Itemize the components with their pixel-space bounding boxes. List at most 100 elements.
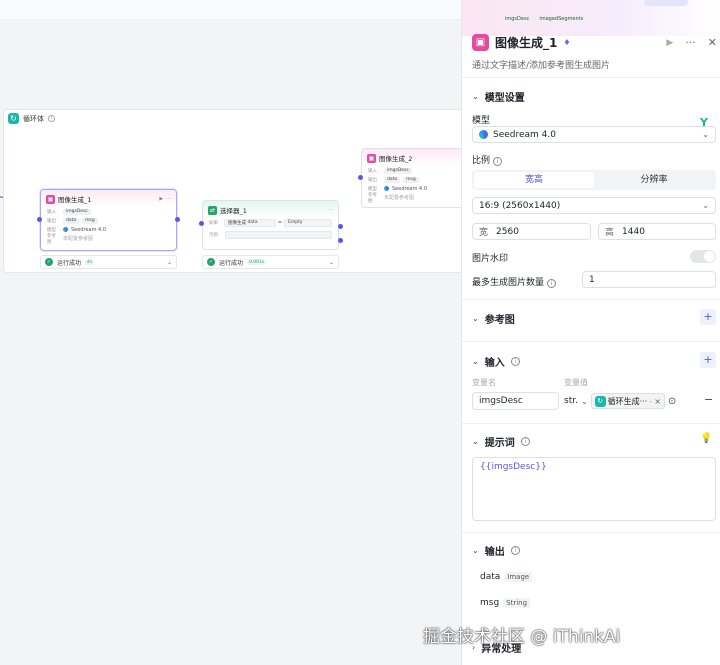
chevron-down-icon: ⌄ — [472, 437, 479, 446]
input-label: 输入 — [368, 168, 377, 174]
ref-value: 未配置参考图 — [384, 195, 415, 201]
lightbulb-icon[interactable]: 💡 — [700, 433, 712, 444]
divider — [462, 299, 720, 300]
var-ref-name: 循环生成··· — [607, 396, 648, 406]
loop-icon: ↻ — [8, 113, 19, 124]
panel-description: 通过文字描述/添加参考图生成图片 — [472, 61, 611, 71]
section-title: 参考图 — [484, 315, 515, 326]
ref-label: 参考图 — [47, 233, 56, 245]
info-icon: i — [546, 279, 556, 288]
output-label: 输出 — [368, 177, 377, 183]
ratio-label: 比例 — [472, 156, 491, 166]
model-logo-icon — [63, 227, 68, 232]
ratio-mode-tabs[interactable]: 宽高 分辨率 — [472, 170, 716, 190]
output-chip: data — [384, 176, 401, 183]
node-image-gen-2[interactable]: ▣ 图像生成_2 输入 imgsDesc 输出 data msg 模型 Seedream… — [361, 148, 473, 208]
top-chip: imgsDesc — [502, 16, 533, 22]
watermark-text: 掘金技术社区 @ iThinkAi — [423, 627, 621, 647]
more-icon[interactable]: ··· — [328, 207, 333, 213]
ratio-label-row: 比例 i — [472, 153, 502, 166]
close-icon[interactable]: ✕ — [708, 36, 717, 49]
settings-circle-icon[interactable]: ⊙ — [668, 396, 676, 407]
node-title: 图像生成_2 — [379, 155, 413, 163]
var-name-input[interactable]: imgsDesc — [472, 392, 559, 410]
condition-var: data — [247, 220, 258, 225]
chevron-down-icon: ⌄ — [580, 396, 588, 406]
chevron-down-icon: ⌄ — [472, 546, 479, 555]
section-output[interactable]: ⌄ 输出 i — [472, 543, 520, 558]
clear-icon[interactable]: × — [654, 397, 661, 406]
node-input-port[interactable] — [199, 221, 204, 226]
divider — [462, 532, 720, 533]
section-title: 提示词 — [484, 438, 515, 449]
var-value-header: 变量值 — [564, 378, 588, 387]
var-type[interactable]: str. — [564, 396, 578, 406]
add-input-button[interactable]: + — [700, 352, 716, 368]
prompt-textarea[interactable]: {{imgsDesc}} — [472, 457, 716, 521]
divider — [462, 77, 720, 78]
output-name: data — [480, 572, 501, 582]
top-chip: imagedSegments — [536, 16, 587, 22]
premium-gem-icon: ♦ — [563, 38, 571, 47]
section-input[interactable]: ⌄ 输入 i — [472, 354, 520, 369]
node-title: 选择器_1 — [220, 207, 247, 215]
play-icon[interactable]: ▶ — [666, 38, 673, 48]
status-text: 运行成功 — [219, 259, 244, 267]
chevron-down-icon: ⌄ — [472, 357, 479, 366]
section-prompt[interactable]: ⌄ 提示词 i — [472, 434, 530, 449]
play-icon[interactable]: ▶ — [159, 196, 163, 202]
node-output-port[interactable] — [175, 217, 180, 222]
else-bar — [225, 230, 332, 239]
node-image-gen-1[interactable]: ▣ 图像生成_1 ▶ ··· 输入 imgsDesc 输出 data msg 模型 Se… — [40, 189, 177, 251]
more-icon[interactable]: ··· — [685, 36, 696, 49]
node-input-port[interactable] — [358, 175, 363, 180]
panel-title[interactable]: 图像生成_1 — [495, 34, 557, 51]
model-logo-icon — [479, 130, 488, 139]
node-selector-1[interactable]: ⇄ 选择器_1 ··· 如果 图像生成 data = Empty 否则 — [202, 200, 339, 250]
condition-operator: = — [277, 219, 282, 226]
ratio-select[interactable]: 16:9 (2560x1440) ⌄ — [472, 197, 716, 214]
height-value: 1440 — [622, 226, 645, 237]
ratio-value: 16:9 (2560x1440) — [479, 200, 561, 211]
more-icon[interactable]: ··· — [166, 196, 171, 202]
model-select[interactable]: Seedream 4.0 ⌄ — [472, 126, 716, 143]
max-count-label: 最多生成图片数量 — [472, 278, 545, 288]
else-output-port[interactable] — [338, 238, 343, 243]
var-ref-tag[interactable]: ↻ 循环生成··· - × — [590, 393, 665, 409]
max-count-input[interactable]: 1 — [582, 271, 716, 288]
node2-status[interactable]: ✓ 运行成功 0.001s ⌄ — [202, 255, 339, 269]
output-name: msg — [480, 598, 500, 608]
ref-value: 未配置参考图 — [63, 236, 94, 242]
input-chip: imgsDesc — [63, 208, 91, 215]
remove-input-button[interactable]: − — [704, 393, 713, 406]
var-name-header: 变量名 — [472, 378, 496, 387]
height-input[interactable]: 高 1440 — [598, 223, 716, 240]
node-input-port[interactable] — [37, 217, 42, 222]
model-logo-icon — [384, 186, 389, 191]
output-chip: msg — [403, 176, 419, 183]
success-icon: ✓ — [45, 258, 53, 266]
if-label: 如果 — [209, 220, 218, 226]
section-model-settings[interactable]: ⌄ 模型设置 — [472, 89, 525, 104]
output-item: msg String — [480, 598, 531, 608]
top-action-button[interactable] — [644, 0, 688, 6]
max-count-value: 1 — [589, 274, 595, 285]
info-icon: i — [510, 357, 520, 366]
tab-resolution[interactable]: 分辨率 — [594, 172, 714, 188]
section-title: 输出 — [484, 547, 505, 558]
loop-icon: ↻ — [594, 395, 606, 407]
watermark-toggle[interactable] — [690, 250, 716, 263]
watermark-label: 图片水印 — [472, 254, 509, 264]
condition-left: 图像生成 data — [224, 218, 276, 227]
section-reference-image[interactable]: ⌄ 参考图 — [472, 311, 515, 326]
loop-title: 循环体 — [23, 114, 44, 123]
node1-status[interactable]: ✓ 运行成功 4s ⌄ — [40, 255, 177, 269]
var-value-ref[interactable]: str. ⌄ ↻ 循环生成··· - × ⊙ — [564, 392, 696, 410]
add-reference-button[interactable]: + — [700, 309, 716, 325]
output-type: Image — [504, 572, 533, 582]
width-input[interactable]: 宽 2560 — [472, 223, 591, 240]
chevron-down-icon: ⌄ — [166, 258, 172, 266]
tab-width-height[interactable]: 宽高 — [474, 172, 594, 188]
if-output-port[interactable] — [338, 224, 343, 229]
output-type: String — [503, 598, 531, 608]
